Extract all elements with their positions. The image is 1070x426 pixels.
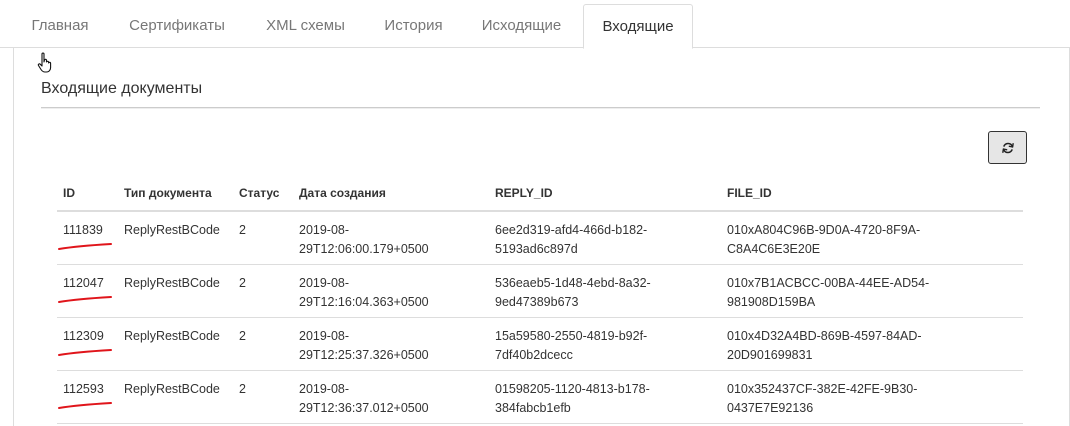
cell-id: 111839 bbox=[63, 223, 103, 237]
cell-created-date: 2019-08- 29T12:06:00.179+0500 bbox=[299, 223, 429, 256]
cell-file-id: 010xA804C96B-9D0A-4720-8F9A- C8A4C6E3E20… bbox=[727, 223, 921, 256]
tab-bar: Главная Сертификаты XML схемы История Ис… bbox=[0, 0, 1070, 49]
cell-status: 2 bbox=[239, 382, 246, 396]
cell-doc-type: ReplyRestBCode bbox=[124, 329, 220, 343]
refresh-button[interactable] bbox=[988, 131, 1027, 164]
tab-history[interactable]: История bbox=[367, 4, 460, 48]
header-reply-id[interactable]: REPLY_ID bbox=[495, 186, 553, 200]
red-underline-annotation bbox=[58, 296, 112, 303]
cell-status: 2 bbox=[239, 223, 246, 237]
title-divider bbox=[41, 107, 1040, 109]
header-doc-type[interactable]: Тип документа bbox=[124, 186, 212, 200]
cell-doc-type: ReplyRestBCode bbox=[124, 382, 220, 396]
cell-doc-type: ReplyRestBCode bbox=[124, 223, 220, 237]
cell-reply-id: 01598205-1120-4813-b178- 384fabcb1efb bbox=[495, 382, 650, 415]
cell-created-date: 2019-08- 29T12:16:04.363+0500 bbox=[299, 276, 429, 309]
section-title: Входящие документы bbox=[41, 80, 203, 97]
hand-pointer-icon bbox=[37, 52, 52, 73]
cell-id: 112309 bbox=[63, 329, 104, 343]
tab-incoming[interactable]: Входящие bbox=[583, 4, 693, 49]
cell-file-id: 010x4D32A4BD-869B-4597-84AD- 20D90169983… bbox=[727, 329, 922, 362]
header-status[interactable]: Статус bbox=[239, 186, 279, 200]
cell-reply-id: 6ee2d319-afd4-466d-b182- 5193ad6c897d bbox=[495, 223, 648, 256]
cell-file-id: 010x7B1ACBCC-00BA-44EE-AD54- 981908D159B… bbox=[727, 276, 930, 309]
cell-created-date: 2019-08- 29T12:36:37.012+0500 bbox=[299, 382, 429, 415]
red-underline-annotation bbox=[58, 349, 112, 356]
header-file-id[interactable]: FILE_ID bbox=[727, 186, 772, 200]
cell-file-id: 010x352437CF-382E-42FE-9B30- 0437E7E9213… bbox=[727, 382, 918, 415]
documents-table: ID Тип документа Статус Дата создания RE… bbox=[57, 172, 1023, 424]
cell-status: 2 bbox=[239, 329, 246, 343]
tab-xml-schemas[interactable]: XML схемы bbox=[247, 4, 364, 48]
table-header: ID Тип документа Статус Дата создания RE… bbox=[57, 172, 1023, 212]
cell-id: 112047 bbox=[63, 276, 104, 290]
tab-outgoing[interactable]: Исходящие bbox=[463, 4, 580, 48]
cell-reply-id: 15a59580-2550-4819-b92f- 7df40b2dcecc bbox=[495, 329, 648, 362]
cell-reply-id: 536eaeb5-1d48-4ebd-8a32- 9ed47389b673 bbox=[495, 276, 651, 309]
cell-id: 112593 bbox=[63, 382, 104, 396]
cell-doc-type: ReplyRestBCode bbox=[124, 276, 220, 290]
tab-main[interactable]: Главная bbox=[13, 4, 107, 48]
table-row[interactable]: 112047 ReplyRestBCode 2 2019-08- 29T12:1… bbox=[57, 265, 1023, 318]
cell-created-date: 2019-08- 29T12:25:37.326+0500 bbox=[299, 329, 429, 362]
table-row[interactable]: 112593 ReplyRestBCode 2 2019-08- 29T12:3… bbox=[57, 371, 1023, 424]
refresh-icon bbox=[1001, 142, 1014, 153]
red-underline-annotation bbox=[58, 243, 112, 250]
table-row[interactable]: 112309 ReplyRestBCode 2 2019-08- 29T12:2… bbox=[57, 318, 1023, 371]
header-id[interactable]: ID bbox=[63, 186, 75, 200]
header-created-date[interactable]: Дата создания bbox=[299, 186, 386, 200]
tab-certificates[interactable]: Сертификаты bbox=[110, 4, 244, 48]
red-underline-annotation bbox=[58, 402, 112, 409]
page: Главная Сертификаты XML схемы История Ис… bbox=[0, 0, 1070, 426]
table-row[interactable]: 111839 ReplyRestBCode 2 2019-08- 29T12:0… bbox=[57, 212, 1023, 265]
cell-status: 2 bbox=[239, 276, 246, 290]
